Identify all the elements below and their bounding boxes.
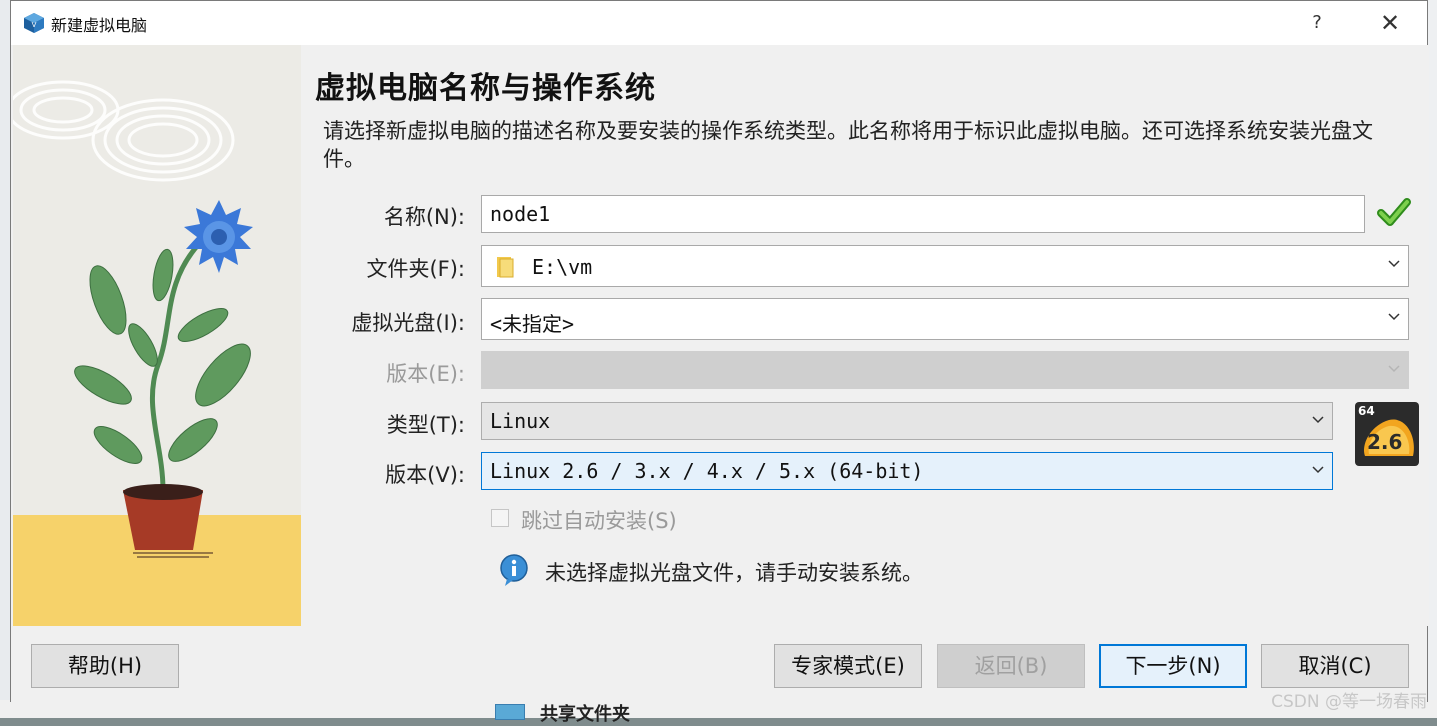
help-button[interactable]: 帮助(H) xyxy=(31,644,179,688)
wizard-banner-image xyxy=(13,45,301,626)
name-label: 名称(N): xyxy=(383,205,465,229)
close-button[interactable]: ✕ xyxy=(1365,5,1415,41)
svg-text:V: V xyxy=(32,21,37,29)
wizard-page: 虚拟电脑名称与操作系统 请选择新虚拟电脑的描述名称及要安装的操作系统类型。此名称… xyxy=(301,45,1429,626)
next-button[interactable]: 下一步(N) xyxy=(1099,644,1247,688)
folder-value: E:\vm xyxy=(532,255,593,279)
cancel-button[interactable]: 取消(C) xyxy=(1261,644,1409,688)
chevron-down-icon xyxy=(1312,416,1324,426)
chevron-down-icon xyxy=(1388,365,1400,375)
iso-select[interactable]: <未指定> xyxy=(481,298,1409,340)
info-icon xyxy=(500,554,528,586)
version-select[interactable]: Linux 2.6 / 3.x / 4.x / 5.x (64-bit) xyxy=(481,452,1333,490)
title-bar: V 新建虚拟电脑 ? ✕ xyxy=(11,1,1427,45)
valid-check-icon xyxy=(1377,198,1411,226)
edition-select xyxy=(481,351,1409,389)
type-select[interactable]: Linux xyxy=(481,402,1333,440)
title-help-button[interactable]: ? xyxy=(1299,9,1335,37)
type-value: Linux xyxy=(490,409,551,433)
page-title: 虚拟电脑名称与操作系统 xyxy=(315,71,656,106)
background-peek-text: 共享文件夹 xyxy=(540,704,630,725)
chevron-down-icon xyxy=(1388,313,1400,323)
chevron-down-icon xyxy=(1388,260,1400,270)
folder-icon xyxy=(497,257,514,278)
button-bar: 帮助(H) 专家模式(E) 返回(B) 下一步(N) 取消(C) xyxy=(11,626,1427,702)
skip-unattended-label: 跳过自动安装(S) xyxy=(521,509,677,533)
info-message: 未选择虚拟光盘文件，请手动安装系统。 xyxy=(545,561,923,585)
watermark: CSDN @等一场春雨 xyxy=(1271,692,1427,712)
folder-label: 文件夹(F): xyxy=(366,257,465,281)
chevron-down-icon xyxy=(1312,466,1324,476)
page-description: 请选择新虚拟电脑的描述名称及要安装的操作系统类型。此名称将用于标识此虚拟电脑。还… xyxy=(323,119,1373,171)
name-input[interactable]: node1 xyxy=(481,195,1365,233)
folder-select[interactable]: E:\vm xyxy=(481,245,1409,287)
background-app-bottom: 共享文件夹 xyxy=(0,700,1437,725)
edition-label: 版本(E): xyxy=(386,362,465,386)
iso-label: 虚拟光盘(I): xyxy=(351,311,465,335)
version-label: 版本(V): xyxy=(385,463,465,487)
name-value: node1 xyxy=(490,202,551,226)
skip-unattended-checkbox xyxy=(491,509,509,527)
back-button: 返回(B) xyxy=(937,644,1085,688)
new-vm-dialog: V 新建虚拟电脑 ? ✕ 虚拟电脑名称与操作系统 请选择新虚拟电脑的描述名称及要… xyxy=(10,0,1429,702)
type-label: 类型(T): xyxy=(386,413,465,437)
virtualbox-icon: V xyxy=(24,13,44,33)
os-version-badge: 2.6 xyxy=(1367,430,1403,454)
dialog-title: 新建虚拟电脑 xyxy=(51,16,148,35)
iso-value: <未指定> xyxy=(490,312,575,336)
linux-os-icon: 64 2.6 xyxy=(1355,402,1419,466)
expert-mode-button[interactable]: 专家模式(E) xyxy=(774,644,922,688)
version-value: Linux 2.6 / 3.x / 4.x / 5.x (64-bit) xyxy=(490,459,924,483)
